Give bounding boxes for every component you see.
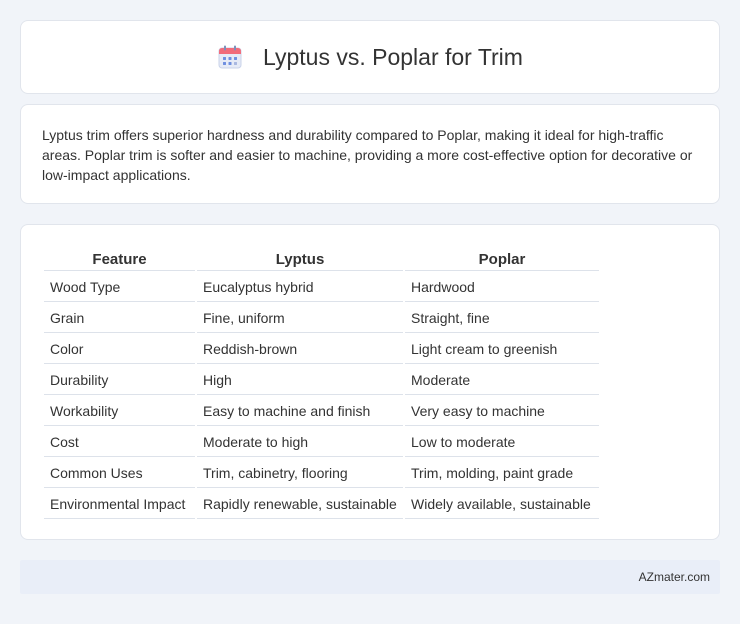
cell-lyptus: Eucalyptus hybrid: [197, 273, 403, 302]
cell-poplar: Hardwood: [405, 273, 599, 302]
summary-text: Lyptus trim offers superior hardness and…: [42, 127, 693, 183]
cell-lyptus: Trim, cabinetry, flooring: [197, 459, 403, 488]
header-lyptus: Lyptus: [197, 249, 403, 271]
table-row: Color Reddish-brown Light cream to green…: [44, 335, 599, 364]
cell-lyptus: Reddish-brown: [197, 335, 403, 364]
table-row: Grain Fine, uniform Straight, fine: [44, 304, 599, 333]
footer-brand: AZmater.com: [638, 570, 710, 584]
comparison-table: Feature Lyptus Poplar Wood Type Eucalypt…: [42, 247, 601, 521]
header-poplar: Poplar: [405, 249, 599, 271]
table-row: Cost Moderate to high Low to moderate: [44, 428, 599, 457]
cell-feature: Common Uses: [44, 459, 195, 488]
cell-feature: Wood Type: [44, 273, 195, 302]
page-title: Lyptus vs. Poplar for Trim: [263, 43, 523, 70]
calendar-icon: [218, 45, 242, 69]
cell-lyptus: Easy to machine and finish: [197, 397, 403, 426]
cell-lyptus: Rapidly renewable, sustainable: [197, 490, 403, 519]
cell-poplar: Trim, molding, paint grade: [405, 459, 599, 488]
page: Lyptus vs. Poplar for Trim Lyptus trim o…: [0, 0, 740, 624]
cell-feature: Workability: [44, 397, 195, 426]
cell-poplar: Widely available, sustainable: [405, 490, 599, 519]
footer: AZmater.com: [20, 560, 720, 594]
cell-poplar: Low to moderate: [405, 428, 599, 457]
comparison-table-card: Feature Lyptus Poplar Wood Type Eucalypt…: [20, 224, 720, 540]
cell-lyptus: High: [197, 366, 403, 395]
table-row: Wood Type Eucalyptus hybrid Hardwood: [44, 273, 599, 302]
cell-feature: Durability: [44, 366, 195, 395]
cell-poplar: Moderate: [405, 366, 599, 395]
table-row: Environmental Impact Rapidly renewable, …: [44, 490, 599, 519]
cell-feature: Cost: [44, 428, 195, 457]
table-header-row: Feature Lyptus Poplar: [44, 249, 599, 271]
table-row: Workability Easy to machine and finish V…: [44, 397, 599, 426]
cell-lyptus: Fine, uniform: [197, 304, 403, 333]
cell-lyptus: Moderate to high: [197, 428, 403, 457]
cell-feature: Color: [44, 335, 195, 364]
cell-poplar: Straight, fine: [405, 304, 599, 333]
summary-card: Lyptus trim offers superior hardness and…: [20, 104, 720, 204]
table-row: Durability High Moderate: [44, 366, 599, 395]
cell-poplar: Light cream to greenish: [405, 335, 599, 364]
table-row: Common Uses Trim, cabinetry, flooring Tr…: [44, 459, 599, 488]
cell-feature: Grain: [44, 304, 195, 333]
cell-feature: Environmental Impact: [44, 490, 195, 519]
cell-poplar: Very easy to machine: [405, 397, 599, 426]
title-card: Lyptus vs. Poplar for Trim: [20, 20, 720, 94]
header-feature: Feature: [44, 249, 195, 271]
